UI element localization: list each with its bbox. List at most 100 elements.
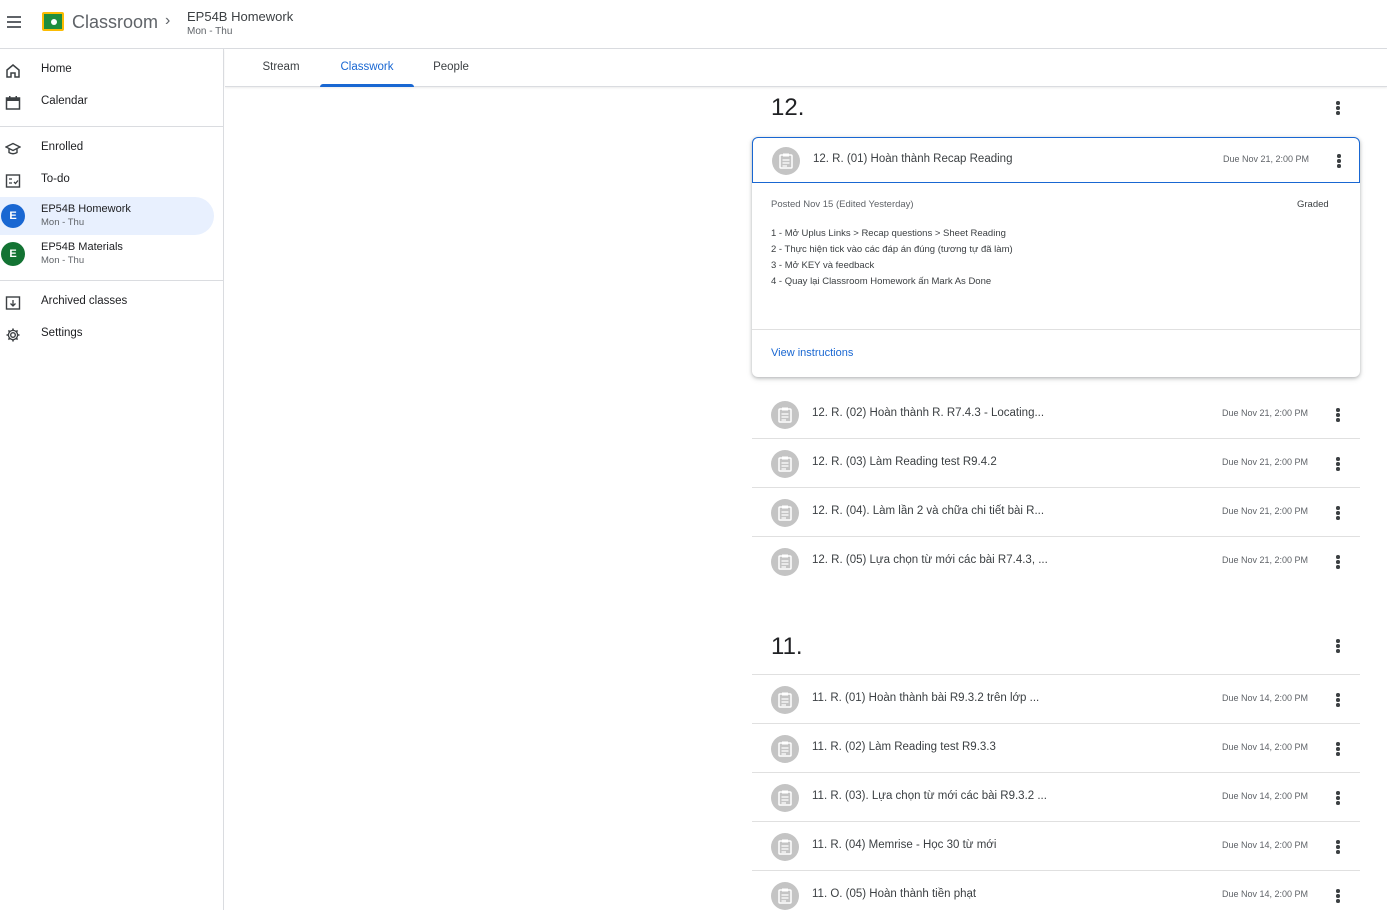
assignment-title: 12. R. (01) Hoàn thành Recap Reading <box>813 153 1013 165</box>
archive-icon <box>5 296 21 310</box>
assignment-row[interactable]: 12. R. (05) Lựa chọn từ mới các bài R7.4… <box>752 537 1360 586</box>
assignment-icon <box>771 499 799 527</box>
assignment-due-date: Due Nov 21, 2:00 PM <box>1222 555 1309 565</box>
assignment-icon <box>771 450 799 478</box>
assignment-title: 12. R. (03) Làm Reading test R9.4.2 <box>812 456 997 468</box>
breadcrumb-class-schedule: Mon - Thu <box>187 26 233 37</box>
assignment-header[interactable]: 12. R. (01) Hoàn thành Recap Reading Due… <box>752 137 1360 183</box>
top-app-bar: Classroom › EP54B Homework Mon - Thu <box>0 0 1387 49</box>
assignment-icon <box>771 548 799 576</box>
sidebar-item-label: Settings <box>41 327 83 339</box>
breadcrumb-class-name[interactable]: EP54B Homework <box>187 9 293 24</box>
more-options-icon[interactable] <box>1330 504 1346 522</box>
assignment-title: 11. R. (01) Hoàn thành bài R9.3.2 trên l… <box>812 692 1040 704</box>
more-options-icon[interactable] <box>1331 152 1347 170</box>
sidebar-item-label: Home <box>41 63 72 75</box>
sidebar-divider <box>0 126 224 127</box>
todo-checklist-icon <box>5 174 21 188</box>
main-menu-icon[interactable] <box>4 12 24 32</box>
sidebar-item-home[interactable]: Home <box>0 55 214 87</box>
calendar-icon <box>5 96 21 110</box>
class-name: EP54B Materials <box>41 241 123 253</box>
instruction-line: 3 - Mở KEY và feedback <box>771 260 875 271</box>
assignment-title: 12. R. (02) Hoàn thành R. R7.4.3 - Locat… <box>812 407 1045 419</box>
classroom-logo-icon[interactable] <box>42 12 64 31</box>
instruction-line: 1 - Mở Uplus Links > Recap questions > S… <box>771 228 1006 239</box>
assignment-title: 11. R. (03). Lựa chọn từ mới các bài R9.… <box>812 790 1047 802</box>
assignment-icon <box>771 401 799 429</box>
assignment-due-date: Due Nov 21, 2:00 PM <box>1222 408 1309 418</box>
assignment-title: 11. R. (02) Làm Reading test R9.3.3 <box>812 741 996 753</box>
assignment-due-date: Due Nov 21, 2:00 PM <box>1222 457 1309 467</box>
sidebar-item-todo[interactable]: To-do <box>0 165 214 197</box>
tab-classwork[interactable]: Classwork <box>320 49 414 87</box>
sidebar: Home Calendar Enrolled To-do E EP54B Hom… <box>0 49 224 910</box>
chevron-right-icon: › <box>165 12 171 29</box>
class-avatar: E <box>1 204 25 228</box>
tab-stream[interactable]: Stream <box>251 49 311 87</box>
assignment-row[interactable]: 12. R. (02) Hoàn thành R. R7.4.3 - Locat… <box>752 390 1360 439</box>
more-options-icon[interactable] <box>1330 887 1346 905</box>
tab-people[interactable]: People <box>423 49 479 87</box>
assignment-row[interactable]: 11. R. (04) Memrise - Học 30 từ mới Due … <box>752 822 1360 871</box>
home-icon <box>6 64 20 78</box>
assignment-due-date: Due Nov 21, 2:00 PM <box>1222 506 1309 516</box>
expanded-assignment-card: 12. R. (01) Hoàn thành Recap Reading Due… <box>752 137 1360 377</box>
assignment-icon <box>771 882 799 910</box>
assignment-title: 11. O. (05) Hoàn thành tiền phạt <box>812 888 977 900</box>
sidebar-item-calendar[interactable]: Calendar <box>0 87 214 119</box>
assignment-due-date: Due Nov 14, 2:00 PM <box>1222 791 1309 801</box>
assignment-title: 11. R. (04) Memrise - Học 30 từ mới <box>812 839 997 851</box>
class-tabs: Stream Classwork People <box>225 49 1387 87</box>
assignment-row[interactable]: 11. R. (02) Làm Reading test R9.3.3 Due … <box>752 724 1360 773</box>
instruction-line: 4 - Quay lại Classroom Homework ấn Mark … <box>771 276 992 287</box>
sidebar-item-label: Calendar <box>41 95 88 107</box>
assignment-icon <box>771 735 799 763</box>
topic-more-options-icon[interactable] <box>1330 99 1346 117</box>
topic-title: 12. <box>771 94 805 121</box>
class-schedule: Mon - Thu <box>41 255 85 266</box>
class-name: EP54B Homework <box>41 203 131 215</box>
assignment-row[interactable]: 11. R. (01) Hoàn thành bài R9.3.2 trên l… <box>752 675 1360 724</box>
more-options-icon[interactable] <box>1330 553 1346 571</box>
graduation-cap-icon <box>5 142 21 155</box>
sidebar-class-ep54b-materials[interactable]: E EP54B Materials Mon - Thu <box>0 235 214 273</box>
card-divider <box>752 329 1360 330</box>
more-options-icon[interactable] <box>1330 455 1346 473</box>
assignment-icon <box>771 833 799 861</box>
assignment-title: 12. R. (05) Lựa chọn từ mới các bài R7.4… <box>812 554 1048 566</box>
assignment-icon <box>771 784 799 812</box>
more-options-icon[interactable] <box>1330 838 1346 856</box>
assignment-row[interactable]: 11. R. (03). Lựa chọn từ mới các bài R9.… <box>752 773 1360 822</box>
sidebar-item-label: Enrolled <box>41 141 84 153</box>
assignment-icon <box>772 147 800 175</box>
assignment-row[interactable]: 12. R. (03) Làm Reading test R9.4.2 Due … <box>752 439 1360 488</box>
sidebar-divider <box>0 280 224 281</box>
sidebar-item-settings[interactable]: Settings <box>0 319 214 351</box>
topic-more-options-icon[interactable] <box>1330 637 1346 655</box>
assignment-due-date: Due Nov 14, 2:00 PM <box>1222 742 1309 752</box>
view-instructions-link[interactable]: View instructions <box>771 347 853 359</box>
assignment-title: 12. R. (04). Làm lần 2 và chữa chi tiết … <box>812 505 1045 517</box>
sidebar-item-label: To-do <box>41 173 70 185</box>
more-options-icon[interactable] <box>1330 740 1346 758</box>
assignment-due-date: Due Nov 21, 2:00 PM <box>1223 154 1310 164</box>
topic-title: 11. <box>771 633 803 660</box>
assignment-row[interactable]: 11. O. (05) Hoàn thành tiền phạt Due Nov… <box>752 871 1360 910</box>
assignment-due-date: Due Nov 14, 2:00 PM <box>1222 840 1309 850</box>
sidebar-item-enrolled[interactable]: Enrolled <box>0 133 214 165</box>
more-options-icon[interactable] <box>1330 406 1346 424</box>
assignment-due-date: Due Nov 14, 2:00 PM <box>1222 693 1309 703</box>
posted-date: Posted Nov 15 (Edited Yesterday) <box>771 199 914 210</box>
sidebar-item-archived-classes[interactable]: Archived classes <box>0 287 214 319</box>
app-title[interactable]: Classroom <box>72 12 158 33</box>
assignment-row[interactable]: 12. R. (04). Làm lần 2 và chữa chi tiết … <box>752 488 1360 537</box>
more-options-icon[interactable] <box>1330 691 1346 709</box>
more-options-icon[interactable] <box>1330 789 1346 807</box>
grading-status: Graded <box>1297 199 1329 210</box>
gear-icon <box>6 328 20 342</box>
instruction-line: 2 - Thực hiện tick vào các đáp án đúng (… <box>771 244 1013 255</box>
sidebar-item-label: Archived classes <box>41 295 128 307</box>
assignment-due-date: Due Nov 14, 2:00 PM <box>1222 889 1309 899</box>
sidebar-class-ep54b-homework[interactable]: E EP54B Homework Mon - Thu <box>0 197 214 235</box>
